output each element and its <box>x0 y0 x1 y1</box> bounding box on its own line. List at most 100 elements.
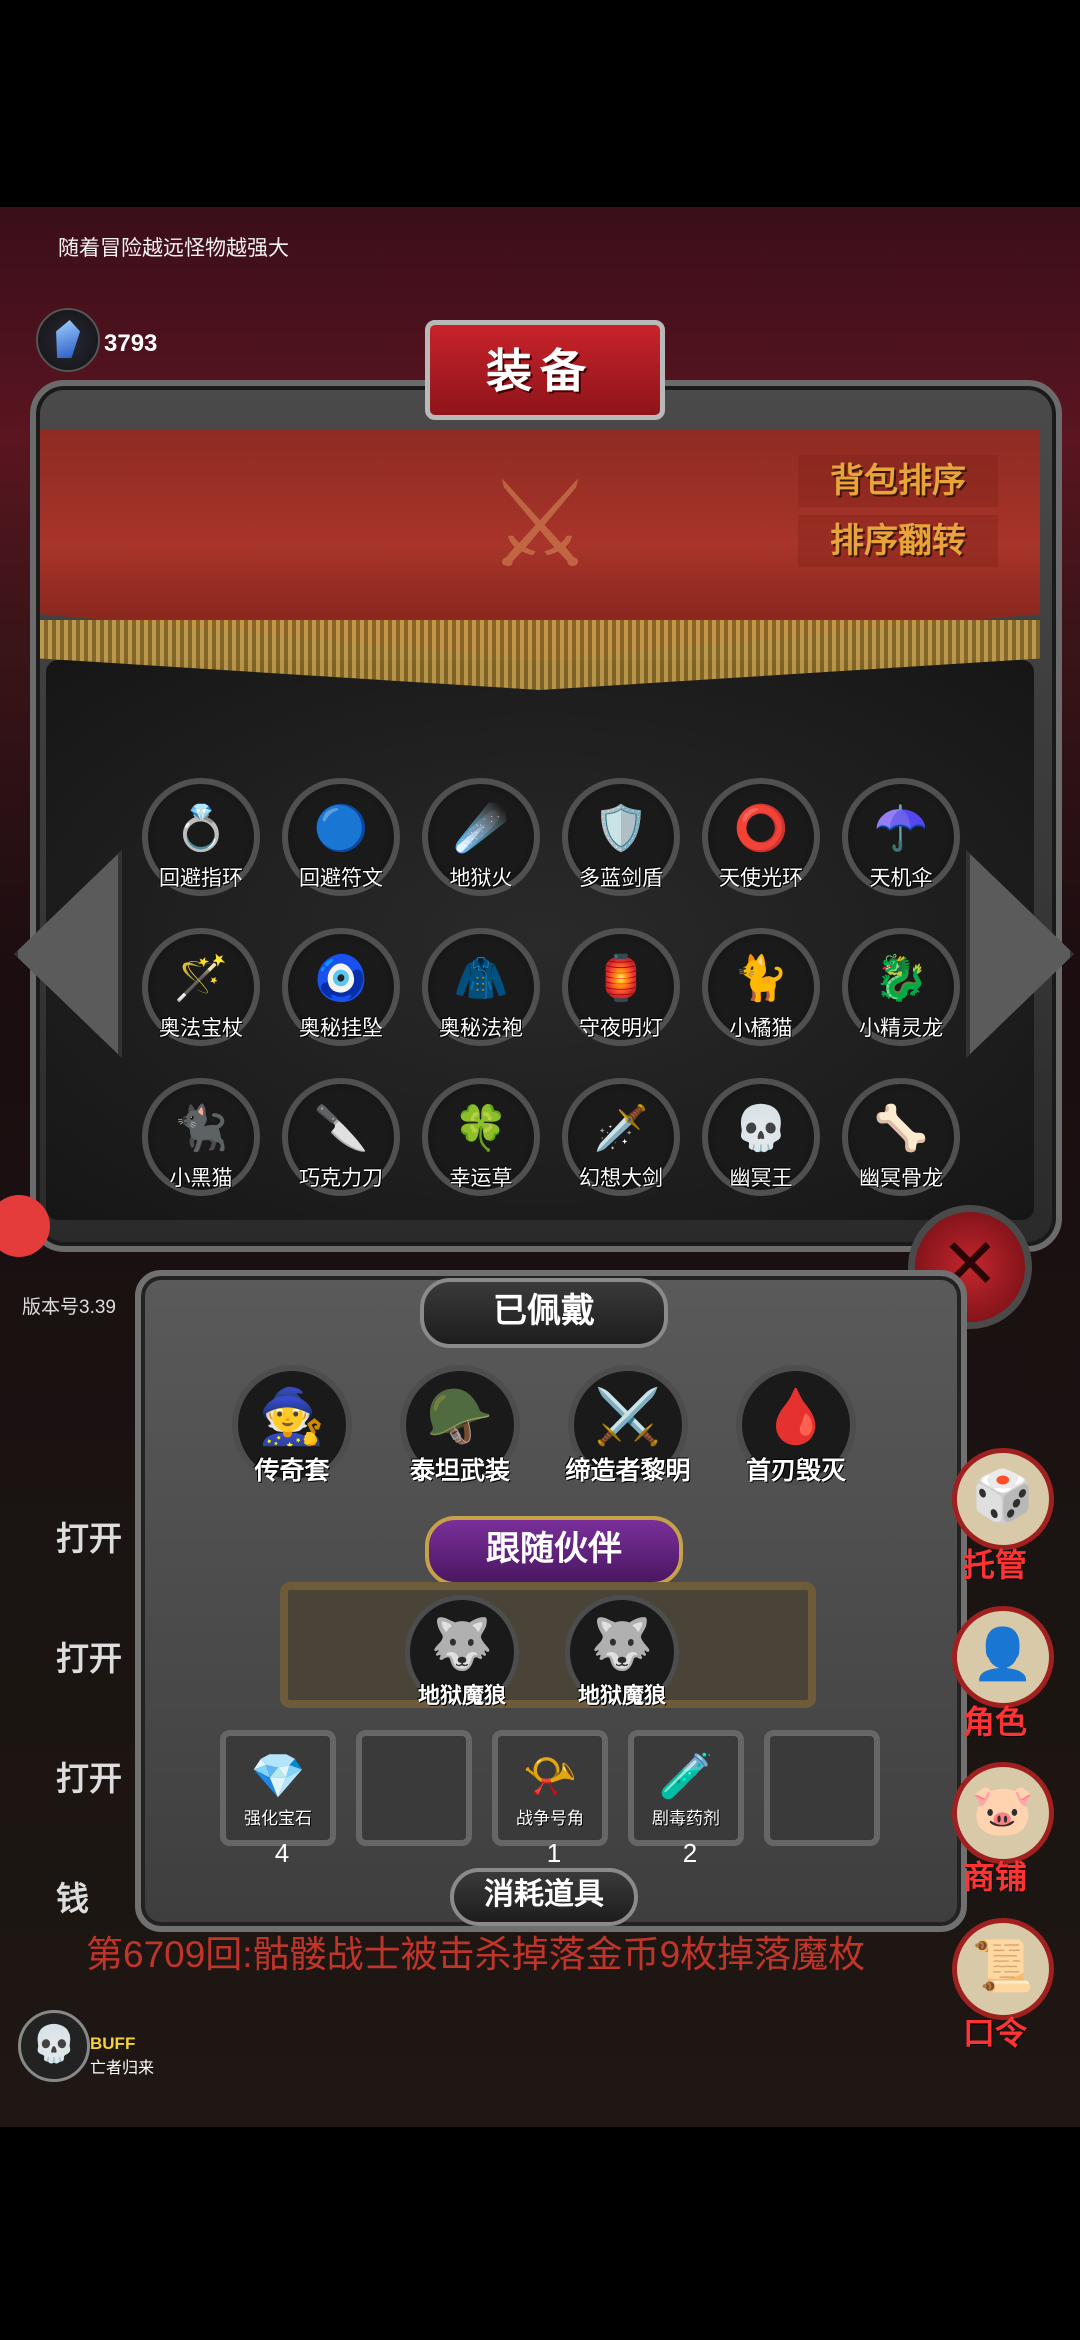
inventory-item[interactable]: 🔵 回避符文 <box>282 778 400 896</box>
equipped-icon: 🧙 <box>258 1387 326 1447</box>
side-button-label[interactable]: 角色 <box>945 1697 1045 1743</box>
item-icon: 🔪 <box>313 1104 369 1153</box>
inventory-item[interactable]: 🪄 奥法宝杖 <box>142 928 260 1046</box>
log-line: 钱 <box>56 1880 89 1917</box>
inventory-item[interactable]: ☄️ 地狱火 <box>422 778 540 896</box>
item-icon: 💀 <box>733 1104 789 1153</box>
item-icon: 🧥 <box>453 954 509 1003</box>
version-label: 版本号3.39 <box>22 1297 116 1318</box>
item-label: 天机伞 <box>869 867 933 890</box>
dice-icon[interactable]: 🎲 <box>952 1448 1054 1550</box>
equipped-label: 传奇套 <box>254 1457 330 1485</box>
item-label: 回避符文 <box>299 867 383 890</box>
companion-icon: 🐺 <box>430 1616 494 1672</box>
gem-icon <box>36 308 100 372</box>
equipped-item[interactable]: 🩸 首刃毁灭 <box>736 1365 856 1485</box>
item-label: 幽冥王 <box>729 1167 793 1190</box>
consumable-slot[interactable]: 🧪 剧毒药剂 <box>628 1730 744 1846</box>
inventory-item[interactable]: ☂️ 天机伞 <box>842 778 960 896</box>
consumable-label: 剧毒药剂 <box>652 1809 720 1828</box>
item-label: 奥秘挂坠 <box>299 1017 383 1040</box>
companion-label: 地狱魔狼 <box>417 1683 506 1708</box>
log-line: 打开 <box>56 1640 122 1677</box>
item-label: 回避指环 <box>159 867 243 890</box>
item-label: 幽冥骨龙 <box>859 1167 943 1190</box>
equipped-icon: 🩸 <box>762 1387 830 1447</box>
item-icon: 🔵 <box>313 804 369 853</box>
consumable-slot[interactable] <box>764 1730 880 1846</box>
equipped-item[interactable]: 🪖 泰坦武装 <box>400 1365 520 1485</box>
side-button-label[interactable]: 商铺 <box>945 1852 1045 1898</box>
item-label: 奥秘法袍 <box>439 1017 523 1040</box>
equipped-icon: ⚔️ <box>594 1387 662 1447</box>
shop-icon[interactable]: 🐷 <box>952 1762 1054 1864</box>
crossed-swords-emblem-icon: ⚔ <box>486 458 594 592</box>
consumable-slot[interactable]: 💎 强化宝石 <box>220 1730 336 1846</box>
companion-frame <box>280 1582 816 1708</box>
consumable-label: 强化宝石 <box>244 1809 312 1828</box>
item-label: 奥法宝杖 <box>159 1017 243 1040</box>
item-icon: 🪄 <box>173 954 229 1003</box>
item-label: 小橘猫 <box>729 1017 793 1040</box>
battle-log-line: 第6709回:骷髅战士被击杀掉落金币9枚掉落魔枚 <box>86 1934 866 1975</box>
item-label: 天使光环 <box>719 867 803 890</box>
inventory-item[interactable]: 🐈‍⬛ 小黑猫 <box>142 1078 260 1196</box>
consumable-count: 4 <box>274 1838 290 1868</box>
consumables-title: 消耗道具 <box>450 1868 638 1926</box>
item-label: 幸运草 <box>449 1167 513 1190</box>
item-icon: ⭕ <box>733 804 789 853</box>
inventory-item[interactable]: 🐉 小精灵龙 <box>842 928 960 1046</box>
reverse-sort-button[interactable]: 排序翻转 <box>798 515 998 567</box>
log-line: 打开 <box>56 1760 122 1797</box>
equipped-label: 缔造者黎明 <box>565 1457 691 1485</box>
gem-count: 3793 <box>104 330 158 357</box>
character-icon[interactable]: 👤 <box>952 1606 1054 1708</box>
consumable-count: 2 <box>682 1838 698 1868</box>
inventory-item[interactable]: 🍀 幸运草 <box>422 1078 540 1196</box>
item-label: 多蓝剑盾 <box>579 867 663 890</box>
inventory-item[interactable]: 🔪 巧克力刀 <box>282 1078 400 1196</box>
inventory-item[interactable]: 🧥 奥秘法袍 <box>422 928 540 1046</box>
item-label: 地狱火 <box>449 867 513 890</box>
skull-icon[interactable]: 💀 <box>18 2010 90 2082</box>
consumable-icon: 🧪 <box>658 1752 714 1801</box>
sort-bag-button[interactable]: 背包排序 <box>798 455 998 507</box>
equipped-item[interactable]: 🧙 传奇套 <box>232 1365 352 1485</box>
inventory-item[interactable]: 💀 幽冥王 <box>702 1078 820 1196</box>
consumable-slot[interactable] <box>356 1730 472 1846</box>
equipped-title: 已佩戴 <box>420 1278 668 1348</box>
item-label: 巧克力刀 <box>299 1167 383 1190</box>
item-icon: 🏮 <box>593 954 649 1003</box>
consumable-icon: 📯 <box>522 1752 578 1801</box>
consumable-slot[interactable]: 📯 战争号角 <box>492 1730 608 1846</box>
item-icon: 🐉 <box>873 954 929 1003</box>
inventory-item[interactable]: 🦴 幽冥骨龙 <box>842 1078 960 1196</box>
item-icon: 🗡️ <box>593 1104 649 1153</box>
item-icon: ☄️ <box>453 804 509 853</box>
inventory-item[interactable]: 🧿 奥秘挂坠 <box>282 928 400 1046</box>
side-button-label[interactable]: 口令 <box>945 2008 1045 2054</box>
equipped-label: 泰坦武装 <box>409 1457 510 1485</box>
inventory-item[interactable]: 🗡️ 幻想大剑 <box>562 1078 680 1196</box>
hint-text: 随着冒险越远怪物越强大 <box>58 237 289 260</box>
side-button-label[interactable]: 托管 <box>945 1540 1045 1586</box>
inventory-item[interactable]: 🏮 守夜明灯 <box>562 928 680 1046</box>
item-label: 幻想大剑 <box>579 1167 663 1190</box>
item-label: 守夜明灯 <box>579 1017 663 1040</box>
item-icon: 🦴 <box>873 1104 929 1153</box>
consumable-count: 1 <box>546 1838 562 1868</box>
log-line: 打开 <box>56 1520 122 1557</box>
companion-label: 地狱魔狼 <box>577 1683 666 1708</box>
inventory-item[interactable]: ⭕ 天使光环 <box>702 778 820 896</box>
companion-item[interactable]: 🐺 地狱魔狼 <box>565 1595 679 1709</box>
inventory-item[interactable]: 🛡️ 多蓝剑盾 <box>562 778 680 896</box>
panel-title: 装备 <box>486 345 594 397</box>
inventory-item[interactable]: 💍 回避指环 <box>142 778 260 896</box>
item-icon: 🍀 <box>453 1104 509 1153</box>
item-icon: 🛡️ <box>593 804 649 853</box>
equipped-item[interactable]: ⚔️ 缔造者黎明 <box>565 1365 691 1485</box>
inventory-item[interactable]: 🐈 小橘猫 <box>702 928 820 1046</box>
item-icon: 💍 <box>173 804 229 853</box>
companion-item[interactable]: 🐺 地狱魔狼 <box>405 1595 519 1709</box>
item-icon: 🐈‍⬛ <box>173 1104 229 1153</box>
